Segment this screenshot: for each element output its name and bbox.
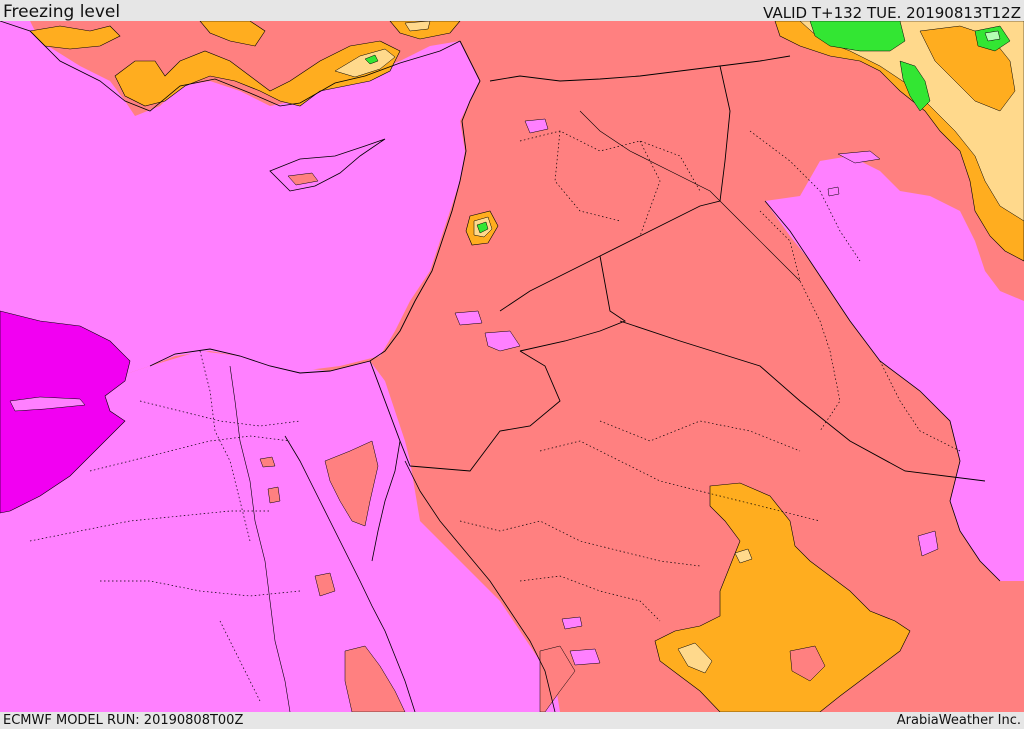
valid-time: VALID T+132 TUE. 20190813T12Z	[763, 4, 1021, 22]
map-title: Freezing level	[3, 2, 121, 22]
saudi-violet-3	[569, 648, 601, 666]
credit-label: ArabiaWeather Inc.	[896, 713, 1021, 728]
egypt-salmon-small2	[267, 486, 281, 504]
model-run-label: ECMWF MODEL RUN: 20190808T00Z	[3, 713, 244, 728]
freezing-level-map	[0, 21, 1024, 712]
footer-bar: ECMWF MODEL RUN: 20190808T00Z ArabiaWeat…	[0, 712, 1024, 729]
egypt-salmon-small	[259, 456, 276, 468]
jordan-violet-2	[454, 310, 483, 326]
map-viewer: Freezing level VALID T+132 TUE. 20190813…	[0, 0, 1024, 729]
iran-lightgreen	[984, 30, 1001, 42]
header-bar: Freezing level VALID T+132 TUE. 20190813…	[0, 0, 1024, 21]
